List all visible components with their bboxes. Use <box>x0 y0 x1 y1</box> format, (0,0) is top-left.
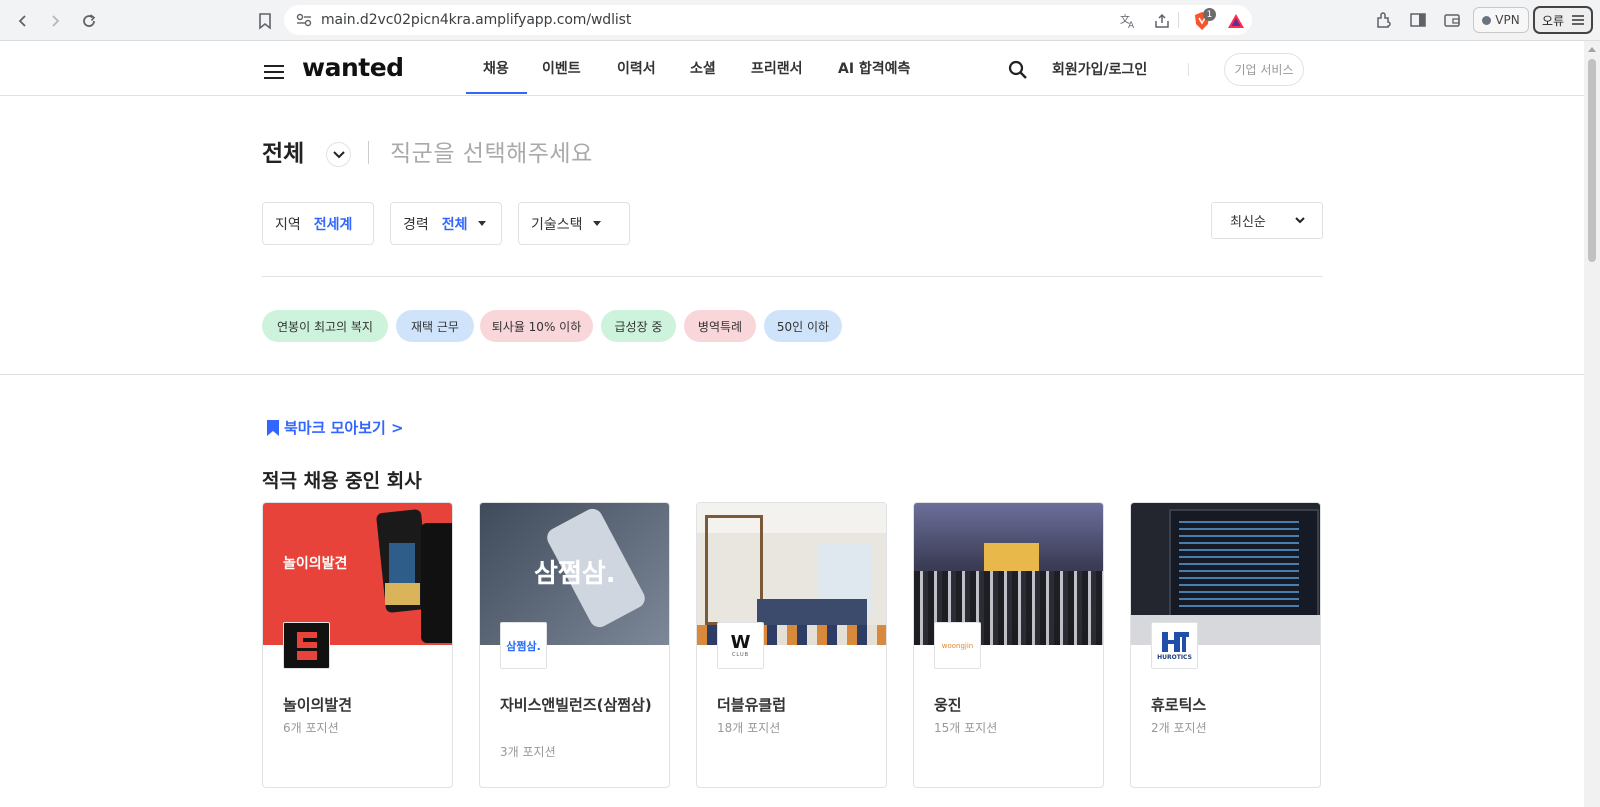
tech-stack-label: 기술스택 <box>531 216 583 233</box>
nav-item-resume[interactable]: 이력서 <box>617 58 656 78</box>
career-label: 경력 <box>403 216 429 233</box>
company-name[interactable]: 휴로틱스 <box>1151 693 1311 717</box>
logo-subtext: CLUB <box>731 651 750 658</box>
site-header: wanted 채용 이벤트 이력서 소셜 프리랜서 AI 합격예측 회원가입/로… <box>0 41 1584 96</box>
bookmark-page-icon[interactable] <box>253 9 277 33</box>
company-name[interactable]: 웅진 <box>934 693 1094 717</box>
shield-count-badge: 1 <box>1203 8 1216 21</box>
brave-rewards-icon[interactable] <box>1226 11 1246 31</box>
company-card[interactable]: W CLUB 더블유클럽 18개 포지션 <box>696 502 887 788</box>
back-icon[interactable] <box>11 9 35 33</box>
region-filter-button[interactable]: 지역 전세계 <box>262 202 374 245</box>
logo-mark: 삼쩜삼. <box>506 639 541 653</box>
nav-item-ai-prediction[interactable]: AI 합격예측 <box>838 58 910 78</box>
logo-subtext: HUROTICS <box>1157 654 1192 661</box>
region-value: 전세계 <box>313 216 353 233</box>
sort-label: 최신순 <box>1230 215 1266 230</box>
tag-under-50[interactable]: 50인 이하 <box>764 310 842 342</box>
bookmark-link-label: 북마크 모아보기 > <box>284 419 404 437</box>
position-count: 6개 포지션 <box>283 721 339 735</box>
career-filter-button[interactable]: 경력 전체 <box>390 202 502 245</box>
tag-best-salary[interactable]: 연봉이 최고의 복지 <box>262 310 388 342</box>
browser-toolbar: main.d2vc02picn4kra.amplifyapp.com/wdlis… <box>0 0 1600 41</box>
cover-title: 삼쩜삼. <box>534 559 616 589</box>
career-value: 전체 <box>441 216 468 233</box>
sidebar-icon[interactable] <box>1408 10 1428 30</box>
category-dropdown-icon[interactable] <box>326 142 351 167</box>
url-divider <box>1178 12 1179 28</box>
nav-item-jobs[interactable]: 채용 <box>483 58 509 78</box>
header-divider <box>1188 63 1189 76</box>
bookmark-icon <box>267 419 279 436</box>
logo-mark: woongjin <box>941 641 974 650</box>
tag-low-turnover[interactable]: 퇴사율 10% 이하 <box>480 310 593 342</box>
tag-military-exemption[interactable]: 병역특례 <box>684 310 756 342</box>
category-title[interactable]: 전체 <box>262 134 304 168</box>
chevron-down-icon <box>1295 217 1305 224</box>
company-card[interactable]: 놀이의발견 놀이의발견 6개 포지션 <box>262 502 453 788</box>
job-filter-section: 전체 직군을 선택해주세요 지역 전세계 경력 전체 기술스택 최신순 연봉이 … <box>0 96 1584 375</box>
caret-down-icon <box>592 221 601 226</box>
job-group-selector[interactable]: 직군을 선택해주세요 <box>390 134 593 168</box>
bookmark-collection-link[interactable]: 북마크 모아보기 > <box>266 417 404 438</box>
tag-fast-growing[interactable]: 급성장 중 <box>601 310 676 342</box>
caret-down-icon <box>477 221 486 226</box>
region-label: 지역 <box>275 216 301 233</box>
company-card[interactable]: woongjin 웅진 15개 포지션 <box>913 502 1104 788</box>
company-name[interactable]: 더블유클럽 <box>717 693 877 717</box>
error-label: 오류 <box>1542 13 1565 28</box>
cover-title: 놀이의발견 <box>283 556 348 572</box>
filter-divider <box>262 276 1323 277</box>
menu-icon <box>1572 15 1585 25</box>
wallet-icon[interactable] <box>1442 10 1462 30</box>
url-text[interactable]: main.d2vc02picn4kra.amplifyapp.com/wdlis… <box>321 12 631 28</box>
scrollbar-thumb[interactable] <box>1588 59 1596 262</box>
address-bar[interactable]: main.d2vc02picn4kra.amplifyapp.com/wdlis… <box>284 5 1252 35</box>
vpn-label: VPN <box>1495 13 1520 27</box>
position-count: 15개 포지션 <box>934 721 998 735</box>
wanted-logo[interactable]: wanted <box>302 53 404 82</box>
company-logo: 삼쩜삼. <box>500 622 547 669</box>
position-count: 3개 포지션 <box>500 745 556 759</box>
position-count: 18개 포지션 <box>717 721 781 735</box>
hamburger-icon[interactable] <box>264 65 284 79</box>
vpn-button[interactable]: VPN <box>1473 7 1529 33</box>
forward-icon[interactable] <box>43 9 67 33</box>
company-card[interactable]: 삼쩜삼. 삼쩜삼. 자비스앤빌런즈(삼쩜삼) 3개 포지션 <box>479 502 670 788</box>
reload-icon[interactable] <box>77 9 101 33</box>
nav-item-freelancer[interactable]: 프리랜서 <box>751 58 803 78</box>
tag-remote-work[interactable]: 재택 근무 <box>396 310 474 342</box>
section-title: 적극 채용 중인 회사 <box>262 470 422 492</box>
company-logo: HUROTICS <box>1151 622 1198 669</box>
share-icon[interactable] <box>1152 11 1172 31</box>
company-logo: woongjin <box>934 622 981 669</box>
tech-stack-filter-button[interactable]: 기술스택 <box>518 202 630 245</box>
company-name[interactable]: 자비스앤빌런즈(삼쩜삼) <box>500 693 660 717</box>
biz-service-button[interactable]: 기업 서비스 <box>1224 53 1304 86</box>
sort-dropdown[interactable]: 최신순 <box>1211 202 1323 239</box>
scroll-up-icon[interactable] <box>1588 47 1596 52</box>
page-scrollbar[interactable] <box>1584 41 1600 807</box>
nav-item-events[interactable]: 이벤트 <box>542 58 581 78</box>
category-separator <box>368 141 369 164</box>
company-name[interactable]: 놀이의발견 <box>283 693 443 717</box>
signup-login-link[interactable]: 회원가입/로그인 <box>1052 59 1147 79</box>
position-count: 2개 포지션 <box>1151 721 1207 735</box>
company-logo <box>283 622 330 669</box>
error-menu-button[interactable]: 오류 <box>1533 6 1593 34</box>
search-icon[interactable] <box>1008 60 1028 80</box>
nav-active-indicator <box>466 92 527 94</box>
hurotics-logo-icon <box>1161 632 1189 652</box>
vpn-status-icon <box>1482 15 1492 25</box>
translate-icon[interactable]: 文A <box>1118 11 1138 31</box>
logo-mark: W <box>730 631 751 653</box>
extensions-icon[interactable] <box>1374 10 1394 30</box>
svg-text:A: A <box>1128 21 1135 30</box>
company-logo: W CLUB <box>717 622 764 669</box>
nav-item-social[interactable]: 소셜 <box>690 58 716 78</box>
company-card[interactable]: HUROTICS 휴로틱스 2개 포지션 <box>1130 502 1321 788</box>
site-settings-icon[interactable] <box>296 13 312 27</box>
